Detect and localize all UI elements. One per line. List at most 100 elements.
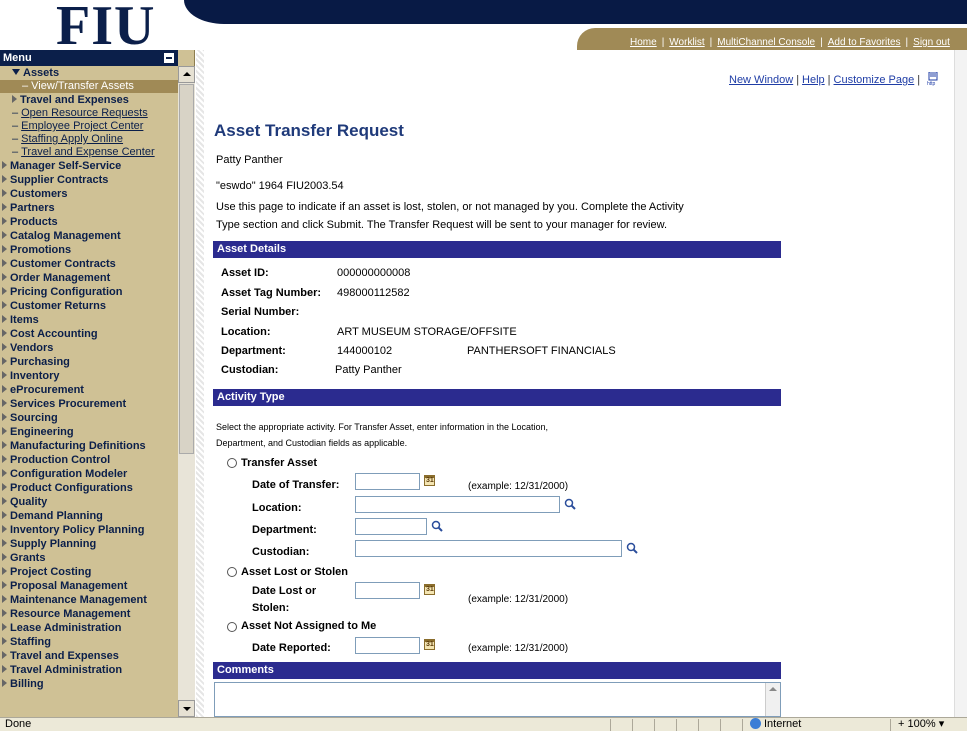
collapsed-triangle-icon (2, 329, 7, 337)
department-lookup-icon[interactable] (431, 520, 443, 532)
menu-item[interactable]: Engineering (0, 425, 178, 439)
menu-item[interactable]: Vendors (0, 341, 178, 355)
menu-item[interactable]: Billing (0, 677, 178, 691)
worklist-link[interactable]: Worklist (669, 37, 704, 48)
menu-item[interactable]: Travel and Expenses (0, 649, 178, 663)
menu-item[interactable]: Supplier Contracts (0, 173, 178, 187)
home-link[interactable]: Home (630, 37, 657, 48)
menu-item[interactable]: Production Control (0, 453, 178, 467)
multichannel-console-link[interactable]: MultiChannel Console (717, 37, 815, 48)
menu-item[interactable]: eProcurement (0, 383, 178, 397)
menu-item[interactable]: Manager Self-Service (0, 159, 178, 173)
zoom-control[interactable]: + 100% ▾ (898, 718, 944, 731)
menu-item[interactable]: Promotions (0, 243, 178, 257)
menu-item[interactable]: Supply Planning (0, 537, 178, 551)
new-window-link[interactable]: New Window (729, 74, 793, 86)
menu-section-travel-expenses[interactable]: Travel and Expenses (0, 93, 178, 107)
menu-item[interactable]: Purchasing (0, 355, 178, 369)
date-lost-calendar-icon[interactable] (424, 584, 435, 595)
menu-item[interactable]: Maintenance Management (0, 593, 178, 607)
menu-item[interactable]: Sourcing (0, 411, 178, 425)
status-pane (720, 719, 721, 731)
menu-item[interactable]: Catalog Management (0, 229, 178, 243)
asset-id-label: Asset ID: (221, 267, 269, 279)
menu-item[interactable]: Items (0, 313, 178, 327)
status-pane (610, 719, 611, 731)
menu-scrollbar[interactable] (178, 66, 195, 717)
menu-section-assets[interactable]: Assets (0, 66, 178, 80)
date-of-transfer-calendar-icon[interactable] (424, 475, 435, 486)
collapsed-triangle-icon (2, 581, 7, 589)
asset-lost-radio[interactable] (227, 567, 237, 577)
comments-textarea[interactable] (214, 682, 781, 717)
date-reported-calendar-icon[interactable] (424, 639, 435, 650)
page-scrollbar[interactable] (954, 50, 967, 717)
menu-item[interactable]: Partners (0, 201, 178, 215)
customize-page-link[interactable]: Customize Page (834, 74, 915, 86)
collapse-menu-icon[interactable] (164, 53, 174, 63)
transfer-asset-radio[interactable] (227, 458, 237, 468)
comments-scrollbar[interactable] (765, 683, 780, 716)
menu-header: Menu (0, 50, 178, 66)
menu-item[interactable]: Services Procurement (0, 397, 178, 411)
menu-item-view-transfer-assets[interactable]: – View/Transfer Assets (0, 80, 178, 93)
menu-item[interactable]: Products (0, 215, 178, 229)
add-to-favorites-link[interactable]: Add to Favorites (828, 37, 901, 48)
location-lookup-icon[interactable] (564, 498, 576, 510)
menu-item[interactable]: Customers (0, 187, 178, 201)
menu-link-staffing-apply-online[interactable]: – Staffing Apply Online (0, 133, 178, 146)
not-assigned-radio[interactable] (227, 622, 237, 632)
menu-item[interactable]: Travel Administration (0, 663, 178, 677)
menu-item[interactable]: Inventory (0, 369, 178, 383)
menu-item[interactable]: Resource Management (0, 607, 178, 621)
collapsed-triangle-icon (2, 623, 7, 631)
transfer-location-input[interactable] (355, 496, 560, 513)
http-link-icon[interactable]: http (927, 72, 939, 86)
menu-item[interactable]: Manufacturing Definitions (0, 439, 178, 453)
menu-item[interactable]: Demand Planning (0, 509, 178, 523)
page-links: New Window | Help | Customize Page | http (729, 72, 939, 86)
menu-link-employee-project-center[interactable]: – Employee Project Center (0, 120, 178, 133)
scroll-up-icon[interactable] (178, 66, 195, 83)
department-label: Department: (221, 345, 286, 357)
menu-item[interactable]: Quality (0, 495, 178, 509)
sign-out-link[interactable]: Sign out (913, 37, 950, 48)
menu-item[interactable]: Staffing (0, 635, 178, 649)
collapsed-triangle-icon (2, 665, 7, 673)
menu-list: Assets – View/Transfer Assets Travel and… (0, 66, 178, 717)
help-link[interactable]: Help (802, 74, 825, 86)
custodian-label: Custodian: (221, 364, 279, 376)
menu-item[interactable]: Cost Accounting (0, 327, 178, 341)
scroll-thumb[interactable] (179, 84, 194, 454)
date-of-transfer-input[interactable] (355, 473, 420, 490)
header-links: Home | Worklist | MultiChannel Console | Add t… (630, 37, 950, 48)
date-lost-input[interactable] (355, 582, 420, 599)
menu-item[interactable]: Grants (0, 551, 178, 565)
menu-item[interactable]: Inventory Policy Planning (0, 523, 178, 537)
custodian-lookup-icon[interactable] (626, 542, 638, 554)
menu-item[interactable]: Project Costing (0, 565, 178, 579)
menu-item[interactable]: Order Management (0, 271, 178, 285)
menu-item[interactable]: Lease Administration (0, 621, 178, 635)
menu-item[interactable]: Configuration Modeler (0, 467, 178, 481)
collapsed-triangle-icon (2, 287, 7, 295)
menu-item[interactable]: Proposal Management (0, 579, 178, 593)
collapsed-triangle-icon (12, 95, 17, 103)
comments-header: Comments (213, 662, 781, 679)
menu-link-travel-expense-center[interactable]: – Travel and Expense Center (0, 146, 178, 159)
date-of-transfer-example: (example: 12/31/2000) (468, 481, 569, 492)
menu-item[interactable]: Customer Contracts (0, 257, 178, 271)
menu-item[interactable]: Product Configurations (0, 481, 178, 495)
transfer-department-input[interactable] (355, 518, 427, 535)
transfer-custodian-input[interactable] (355, 540, 622, 557)
menu-item[interactable]: Pricing Configuration (0, 285, 178, 299)
menu-link-open-resource-requests[interactable]: – Open Resource Requests (0, 107, 178, 120)
date-reported-input[interactable] (355, 637, 420, 654)
menu-item[interactable]: Customer Returns (0, 299, 178, 313)
header-navy-band (184, 0, 967, 24)
collapsed-triangle-icon (2, 357, 7, 365)
collapsed-triangle-icon (2, 651, 7, 659)
collapsed-triangle-icon (2, 483, 7, 491)
frame-divider[interactable] (196, 50, 204, 717)
scroll-down-icon[interactable] (178, 700, 195, 717)
